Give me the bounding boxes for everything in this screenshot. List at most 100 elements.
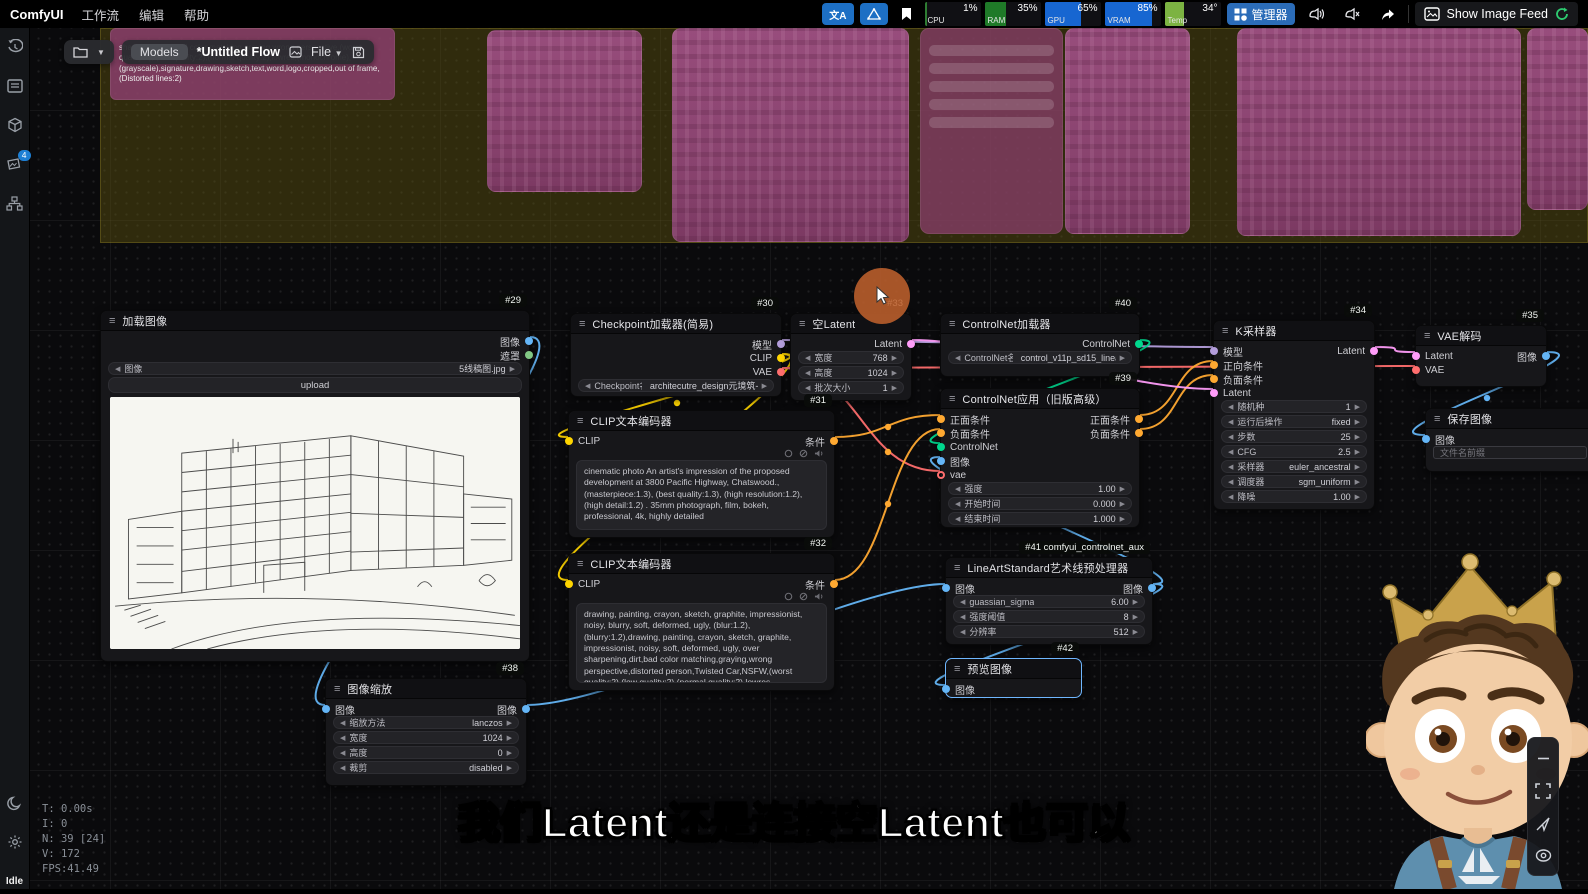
widget-高度[interactable]: ◀高度0▶ — [333, 746, 519, 759]
input-slot-负面条件[interactable]: 负面条件 — [941, 426, 990, 440]
increment-arrow[interactable]: ▶ — [1355, 493, 1360, 501]
theme-toggle[interactable] — [6, 794, 24, 812]
input-slot-正向条件[interactable]: 正向条件 — [1214, 358, 1263, 372]
decrement-arrow[interactable]: ◀ — [955, 354, 960, 362]
output-slot-图像[interactable]: 图像 — [1123, 581, 1152, 595]
share-button[interactable] — [1373, 3, 1402, 25]
decrement-arrow[interactable]: ◀ — [1228, 493, 1233, 501]
increment-arrow[interactable]: ▶ — [1355, 403, 1360, 411]
slot-dot[interactable] — [565, 437, 573, 445]
node-header[interactable]: ≡ControlNet应用（旧版高级） — [941, 389, 1139, 409]
node-menu-icon[interactable]: ≡ — [954, 663, 960, 675]
increment-arrow[interactable]: ▶ — [1120, 354, 1125, 362]
node-header[interactable]: ≡LineArtStandard艺术线预处理器 — [946, 558, 1152, 578]
widget-分辨率[interactable]: ◀分辨率512▶ — [953, 625, 1145, 638]
settings-button[interactable] — [6, 833, 24, 851]
output-slot-模型[interactable]: 模型 — [752, 337, 781, 351]
fit-view-icon[interactable] — [1535, 783, 1551, 799]
node-ControlNet应用（旧版高级）[interactable]: #39≡ControlNet应用（旧版高级）正面条件负面条件ControlNet… — [940, 388, 1140, 528]
decrement-arrow[interactable]: ◀ — [805, 369, 810, 377]
output-slot-Latent[interactable]: Latent — [874, 337, 911, 351]
widget-强度阈值[interactable]: ◀强度阈值8▶ — [953, 610, 1145, 623]
decrement-arrow[interactable]: ◀ — [340, 764, 345, 772]
slot-dot[interactable] — [777, 340, 785, 348]
input-slot-负面条件[interactable]: 负面条件 — [1214, 372, 1263, 386]
input-slot-Latent[interactable]: Latent — [1416, 349, 1453, 363]
toggle-icon[interactable] — [784, 449, 793, 458]
widget-ControlNet名称[interactable]: ◀ControlNet名称control_v11p_sd15_lineart.p… — [948, 351, 1132, 364]
output-slot-图像[interactable]: 图像 — [1517, 349, 1546, 363]
node-预览图像[interactable]: #42≡预览图像图像 — [945, 658, 1082, 698]
node-空Latent[interactable]: #33≡空LatentLatent◀宽度768▶◀高度1024▶◀批次大小1▶ — [790, 313, 912, 401]
node-menu-icon[interactable]: ≡ — [1434, 413, 1440, 425]
node-menu-icon[interactable]: ≡ — [1424, 330, 1430, 342]
node-加载图像[interactable]: #29≡加载图像图像遮罩◀图像5线稿图.jpg▶upload — [100, 310, 530, 662]
node-CLIP文本编码器[interactable]: #31≡CLIP文本编码器CLIP条件cinematic photo An ar… — [568, 410, 835, 538]
widget-缩放方法[interactable]: ◀缩放方法lanczos▶ — [333, 716, 519, 729]
workflow-tab-title[interactable]: *Untitled Flow — [197, 45, 280, 59]
node-VAE解码[interactable]: #35≡VAE解码LatentVAE图像 — [1415, 325, 1547, 387]
slot-dot[interactable] — [1210, 361, 1218, 369]
app-logo[interactable]: ComfyUI — [10, 7, 63, 22]
slot-dot[interactable] — [565, 580, 573, 588]
slot-dot[interactable] — [1135, 429, 1143, 437]
widget-采样器[interactable]: ◀采样器euler_ancestral▶ — [1221, 460, 1367, 473]
widget-调度器[interactable]: ◀调度器sgm_uniform▶ — [1221, 475, 1367, 488]
decrement-arrow[interactable]: ◀ — [1228, 418, 1233, 426]
widget-高度[interactable]: ◀高度1024▶ — [798, 366, 904, 379]
input-slot-Latent[interactable]: Latent — [1214, 386, 1251, 400]
node-header[interactable]: ≡图像缩放 — [326, 679, 526, 699]
increment-arrow[interactable]: ▶ — [1355, 478, 1360, 486]
slot-dot[interactable] — [1135, 415, 1143, 423]
output-slot-图像[interactable]: 图像 — [500, 334, 529, 348]
node-menu-icon[interactable]: ≡ — [1222, 325, 1228, 337]
node-header[interactable]: ≡ControlNet加载器 — [941, 314, 1139, 334]
input-slot-图像[interactable]: 图像 — [941, 454, 970, 468]
decrement-arrow[interactable]: ◀ — [955, 500, 960, 508]
slot-dot[interactable] — [830, 580, 838, 588]
slot-dot[interactable] — [1210, 389, 1218, 397]
image-feed-icon[interactable] — [289, 46, 302, 58]
increment-arrow[interactable]: ▶ — [507, 734, 512, 742]
decrement-arrow[interactable]: ◀ — [340, 719, 345, 727]
announcement-button-1[interactable] — [1301, 3, 1331, 25]
node-header[interactable]: ≡VAE解码 — [1416, 326, 1546, 346]
node-menu-icon[interactable]: ≡ — [334, 683, 340, 695]
node-LineArtStandard艺术线预处理器[interactable]: #41 comfyui_controlnet_aux≡LineArtStanda… — [945, 557, 1153, 645]
triangle-logo-button[interactable] — [860, 3, 888, 25]
increment-arrow[interactable]: ▶ — [892, 354, 897, 362]
increment-arrow[interactable]: ▶ — [507, 749, 512, 757]
input-slot-正面条件[interactable]: 正面条件 — [941, 412, 990, 426]
sidebar-item-gallery[interactable]: 4 — [6, 155, 24, 173]
output-slot-图像[interactable]: 图像 — [497, 702, 526, 716]
slot-dot[interactable] — [777, 368, 785, 376]
input-slot-VAE[interactable]: VAE — [1416, 363, 1444, 377]
increment-arrow[interactable]: ▶ — [1355, 418, 1360, 426]
node-K采样器[interactable]: #34≡K采样器模型正向条件负面条件LatentLatent◀随机种1▶◀运行后… — [1213, 320, 1375, 510]
node-ControlNet加载器[interactable]: #40≡ControlNet加载器ControlNet◀ControlNet名称… — [940, 313, 1140, 377]
decrement-arrow[interactable]: ◀ — [960, 628, 965, 636]
node-CLIP文本编码器[interactable]: #32≡CLIP文本编码器CLIP条件drawing, painting, cr… — [568, 553, 835, 691]
node-Checkpoint加载器(简易)[interactable]: #30≡Checkpoint加载器(简易)模型CLIPVAE◀Checkpoin… — [570, 313, 782, 397]
slot-dot[interactable] — [942, 685, 950, 693]
slot-dot[interactable] — [937, 415, 945, 423]
output-slot-条件[interactable]: 条件 — [805, 577, 834, 591]
widget-结束时间[interactable]: ◀结束时间1.000▶ — [948, 512, 1132, 525]
increment-arrow[interactable]: ▶ — [1133, 598, 1138, 606]
slot-dot[interactable] — [525, 351, 533, 359]
show-image-feed-button[interactable]: Show Image Feed — [1415, 2, 1578, 26]
output-slot-CLIP[interactable]: CLIP — [750, 351, 781, 365]
decrement-arrow[interactable]: ◀ — [1228, 448, 1233, 456]
increment-arrow[interactable]: ▶ — [507, 764, 512, 772]
input-slot-模型[interactable]: 模型 — [1214, 344, 1243, 358]
node-保存图像[interactable]: ≡保存图像图像文件名前缀 — [1425, 408, 1588, 472]
node-menu-icon[interactable]: ≡ — [949, 393, 955, 405]
node-header[interactable]: ≡K采样器 — [1214, 321, 1374, 341]
slot-dot[interactable] — [1148, 584, 1156, 592]
output-slot-Latent[interactable]: Latent — [1337, 344, 1374, 358]
slot-dot[interactable] — [937, 443, 945, 451]
widget-CFG[interactable]: ◀CFG2.5▶ — [1221, 445, 1367, 458]
input-slot-ControlNet[interactable]: ControlNet — [941, 440, 998, 454]
speaker-icon[interactable] — [814, 592, 824, 601]
translate-button[interactable]: 文A — [822, 3, 853, 25]
